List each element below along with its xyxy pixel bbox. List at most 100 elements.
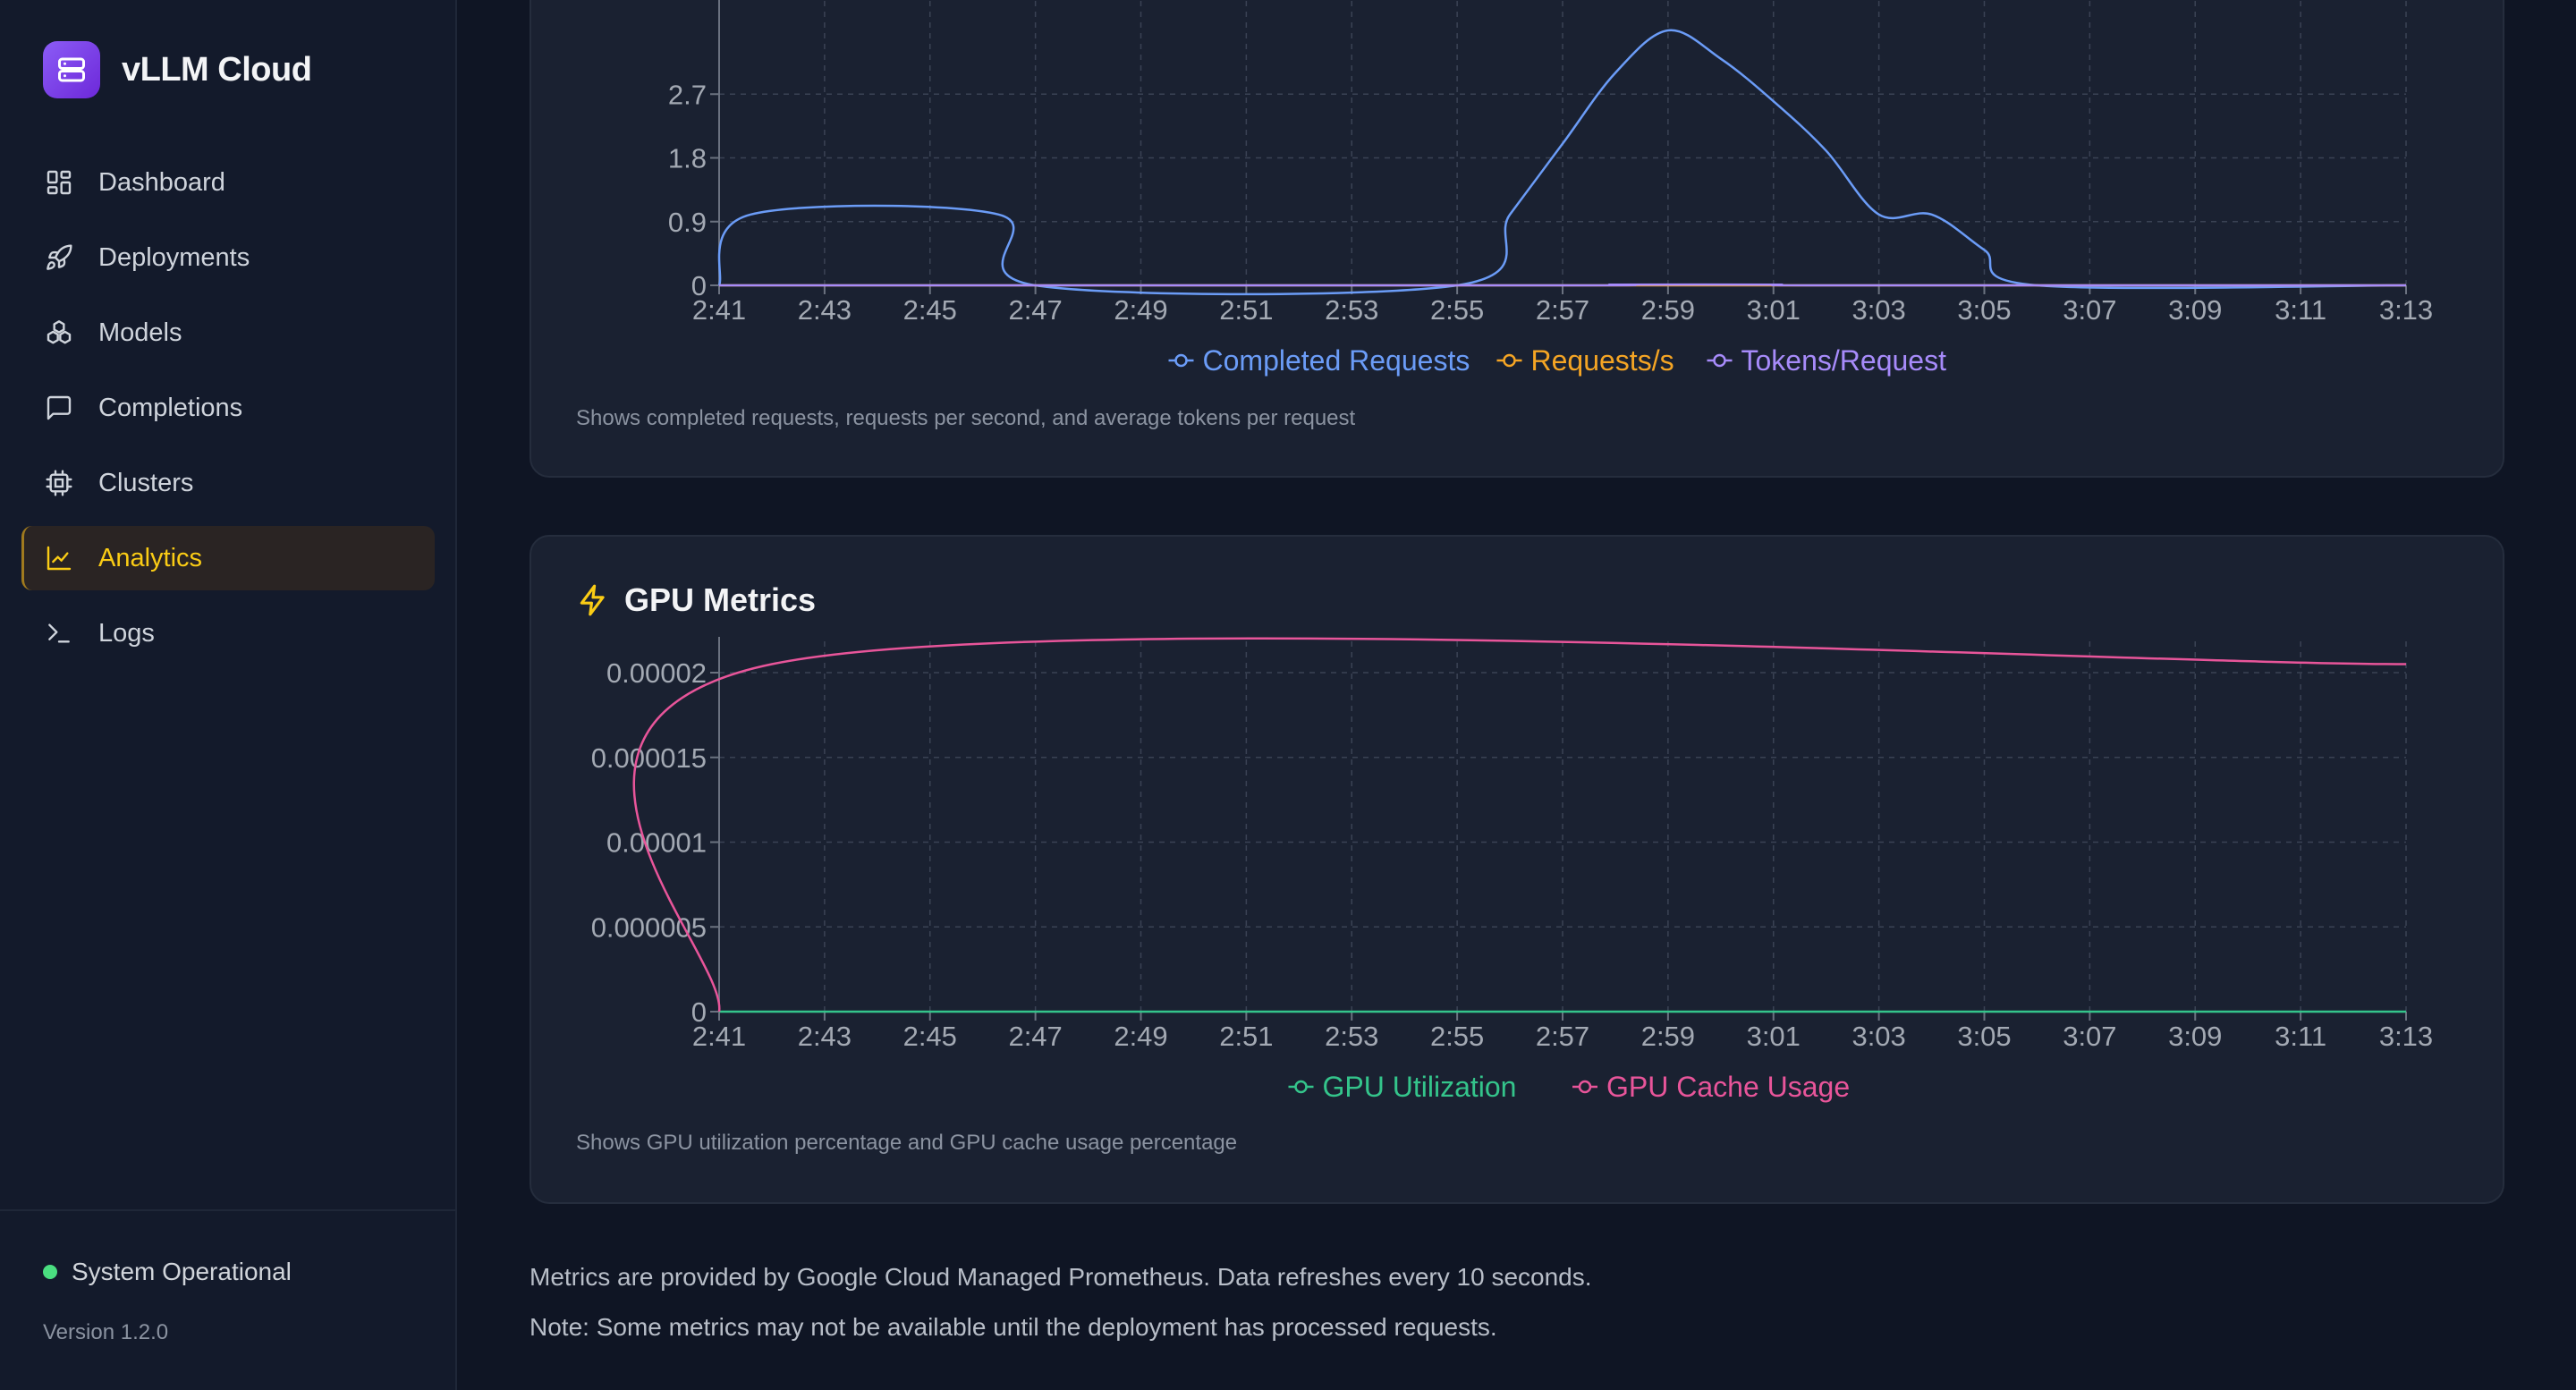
sidebar-item-label: Logs	[98, 618, 155, 648]
x-tick-label: 3:03	[1852, 294, 1905, 326]
x-tick-label: 2:55	[1430, 1021, 1484, 1052]
legend-marker	[1174, 353, 1188, 368]
app-name: vLLM Cloud	[122, 50, 312, 89]
y-tick-label: 0.000015	[591, 742, 707, 774]
legend-label: GPU Utilization	[1323, 1071, 1517, 1103]
x-tick-label: 2:53	[1325, 294, 1378, 326]
x-tick-label: 3:01	[1747, 294, 1801, 326]
sidebar: vLLM Cloud Dashboard Deployments Models …	[0, 0, 457, 1390]
legend-label: Requests/s	[1531, 344, 1674, 377]
legend-label: GPU Cache Usage	[1606, 1071, 1850, 1103]
x-tick-label: 2:47	[1008, 1021, 1062, 1052]
x-tick-label: 3:11	[2275, 294, 2326, 326]
sidebar-item-label: Models	[98, 318, 182, 347]
x-tick-label: 2:59	[1641, 1021, 1695, 1052]
sidebar-item-deployments[interactable]: Deployments	[21, 225, 435, 290]
server-icon	[43, 41, 100, 98]
legend-item: Completed Requests	[1168, 344, 1470, 377]
x-tick-label: 3:05	[1957, 1021, 2011, 1052]
legend-item: GPU Cache Usage	[1572, 1071, 1850, 1103]
requests-metrics-card: 0 0.9 1.8 2.7 2:41 2:43 2:45 2:47 2:49 2:51 2:53 2:…	[530, 0, 2504, 478]
message-icon	[47, 395, 72, 420]
sidebar-item-clusters[interactable]: Clusters	[21, 451, 435, 515]
x-tick-label: 2:53	[1325, 1021, 1378, 1052]
system-status: System Operational	[43, 1258, 292, 1286]
card-title: GPU Metrics	[624, 581, 817, 618]
x-tick-label: 2:43	[798, 294, 852, 326]
series-line-gpu-cache-usage	[632, 637, 2407, 1013]
x-tick-label: 3:09	[2168, 294, 2222, 326]
y-tick-label: 0.9	[668, 207, 707, 238]
sidebar-item-label: Dashboard	[98, 167, 225, 197]
x-tick-label: 3:01	[1747, 1021, 1801, 1052]
sidebar-item-label: Completions	[98, 393, 243, 422]
gpu-metrics-card: 0 0.000005 0.00001 0.000015 0.00002 2:41 2:43 2…	[530, 535, 2504, 1204]
sidebar-item-dashboard[interactable]: Dashboard	[21, 150, 435, 215]
chart-legend: GPU Utilization GPU Cache Usage	[1288, 1071, 1850, 1103]
legend-label: Tokens/Request	[1741, 344, 1947, 377]
y-tick-label: 0.00001	[606, 827, 707, 859]
chart-description: Shows GPU utilization percentage and GPU…	[576, 1131, 1238, 1155]
x-tick-label: 2:51	[1219, 1021, 1273, 1052]
cpu-icon	[46, 470, 72, 496]
x-tick-label: 3:03	[1852, 1021, 1905, 1052]
sidebar-footer: System Operational Version 1.2.0	[0, 1209, 455, 1390]
dashboard-icon	[47, 170, 72, 195]
y-tick-label: 1.8	[668, 143, 707, 174]
card-header: GPU Metrics	[576, 581, 816, 619]
models-icon	[47, 320, 72, 344]
legend-marker	[1503, 353, 1516, 368]
x-tick-label: 3:11	[2275, 1021, 2326, 1052]
lightning-icon	[580, 584, 605, 616]
terminal-icon	[48, 623, 70, 643]
x-tick-label: 2:59	[1641, 294, 1695, 326]
x-tick-label: 2:49	[1114, 294, 1167, 326]
y-tick-label: 2.7	[668, 79, 707, 110]
legend-label: Completed Requests	[1203, 344, 1470, 377]
version-label: Version 1.2.0	[43, 1320, 169, 1344]
legend-marker	[1713, 353, 1726, 368]
sidebar-item-logs[interactable]: Logs	[21, 601, 435, 665]
y-tick-label: 0.00002	[606, 657, 707, 689]
sidebar-item-label: Clusters	[98, 468, 194, 497]
status-text: System Operational	[72, 1258, 292, 1285]
x-tick-label: 3:07	[2063, 294, 2116, 326]
x-tick-label: 3:13	[2379, 294, 2433, 326]
x-tick-label: 2:45	[903, 1021, 957, 1052]
x-tick-label: 3:07	[2063, 1021, 2116, 1052]
x-tick-label: 2:45	[903, 294, 957, 326]
x-tick-label: 2:47	[1008, 294, 1062, 326]
app-root: vLLM Cloud Dashboard Deployments Models …	[0, 0, 2576, 1390]
sidebar-item-label: Analytics	[98, 543, 203, 572]
x-tick-label: 2:57	[1536, 294, 1589, 326]
x-tick-label: 2:49	[1114, 1021, 1167, 1052]
sidebar-item-analytics[interactable]: Analytics	[21, 526, 435, 590]
legend-item: GPU Utilization	[1288, 1071, 1517, 1103]
brand[interactable]: vLLM Cloud	[43, 41, 312, 98]
x-tick-label: 2:55	[1430, 294, 1484, 326]
gpu-chart: 00.0000050.000010.0000150.000022:41 2:43 2…	[591, 637, 2433, 1103]
metrics-availability-note: Note: Some metrics may not be available …	[530, 1313, 1497, 1341]
metrics-source-note: Metrics are provided by Google Cloud Man…	[530, 1263, 1592, 1291]
status-dot-icon	[43, 1265, 57, 1279]
chart-line-icon	[47, 546, 72, 571]
x-tick-label: 3:05	[1957, 294, 2011, 326]
sidebar-item-models[interactable]: Models	[21, 301, 435, 365]
x-tick-label: 2:51	[1219, 294, 1273, 326]
sidebar-item-completions[interactable]: Completions	[21, 376, 435, 440]
chart-description: Shows completed requests, requests per s…	[576, 406, 1356, 430]
x-tick-label: 2:43	[798, 1021, 852, 1052]
rocket-icon	[47, 244, 72, 270]
x-tick-label: 3:13	[2379, 1021, 2433, 1052]
legend-item: Tokens/Request	[1707, 344, 1947, 377]
x-tick-label: 3:09	[2168, 1021, 2222, 1052]
sidebar-nav: Dashboard Deployments Models Completions…	[21, 150, 435, 676]
x-tick-label: 2:57	[1536, 1021, 1589, 1052]
legend-marker	[1294, 1080, 1308, 1094]
legend-marker	[1578, 1080, 1592, 1094]
sidebar-item-label: Deployments	[98, 242, 250, 272]
legend-item: Requests/s	[1496, 344, 1674, 377]
x-tick-label: 2:41	[692, 1021, 746, 1052]
series-line-tokens-request	[718, 283, 2407, 287]
chart-legend: Completed Requests Requests/s Tokens/Reque…	[1168, 344, 1947, 377]
